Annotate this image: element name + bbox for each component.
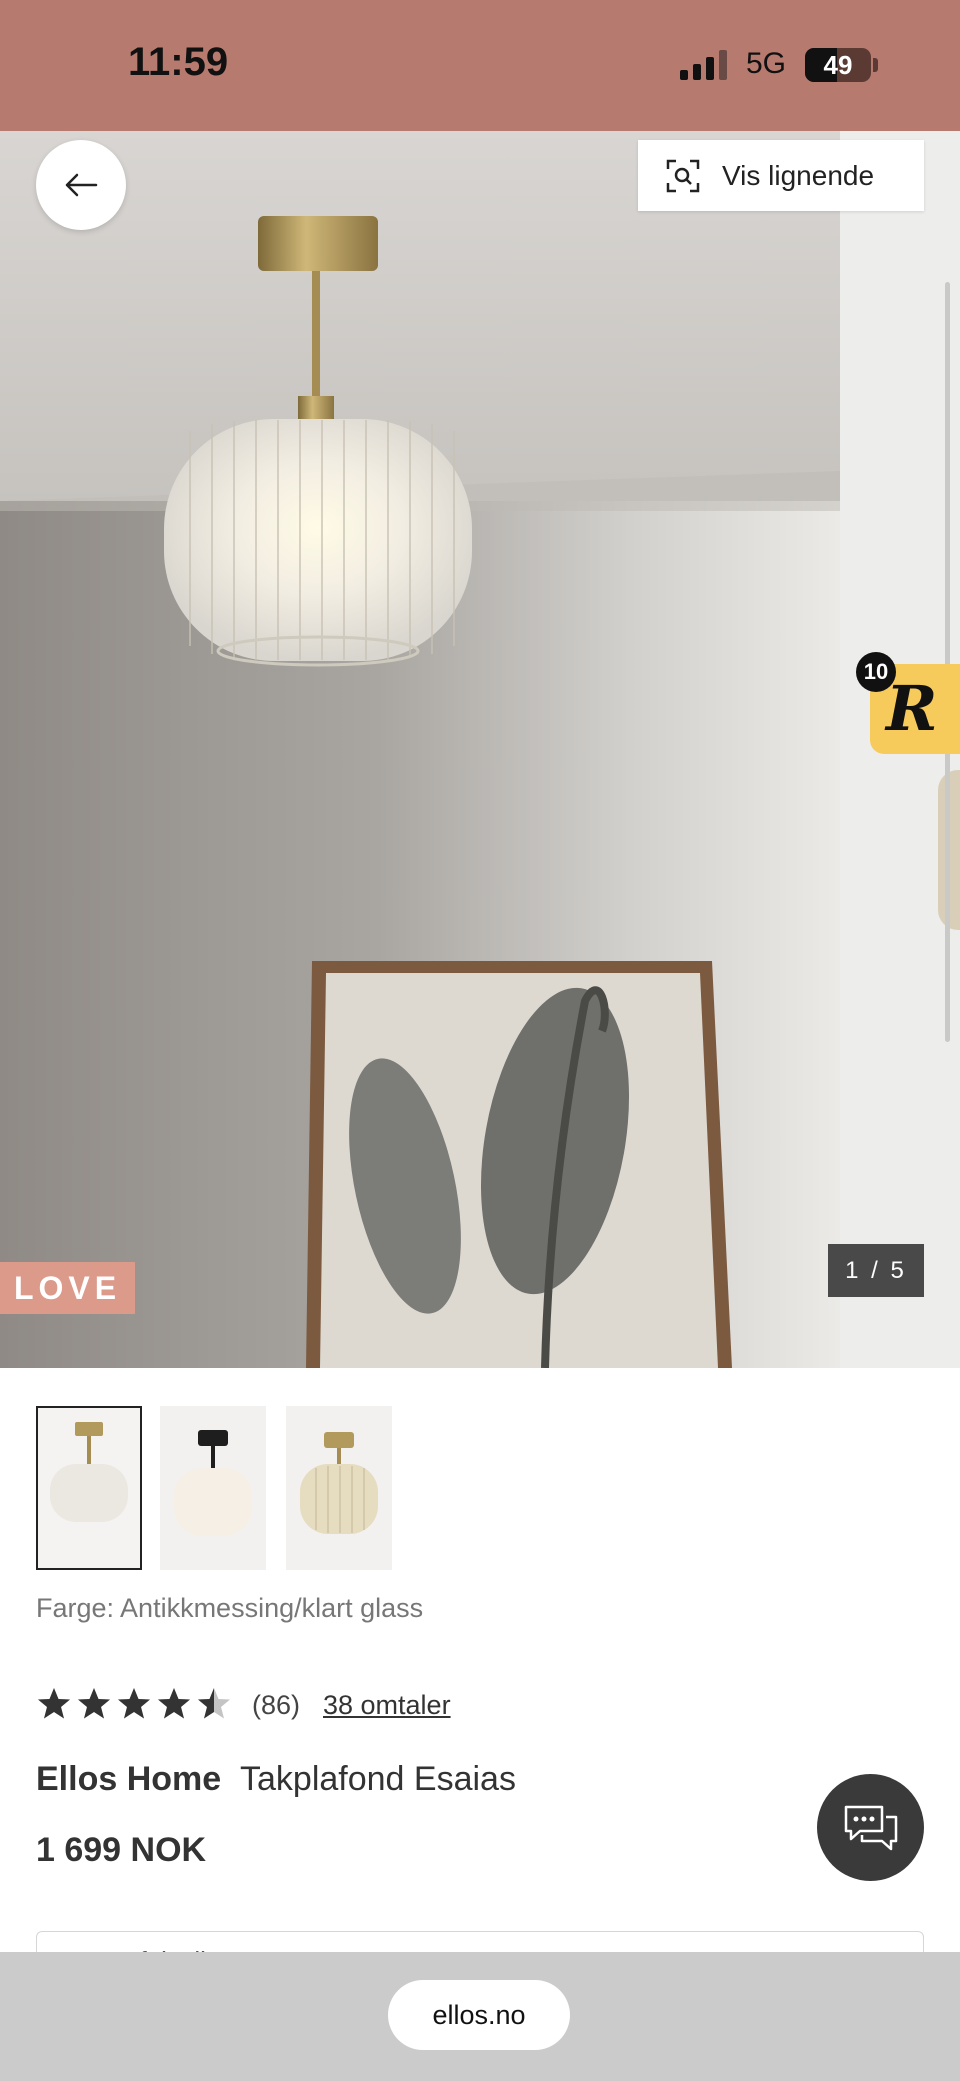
- rewards-count-badge: 10: [856, 652, 896, 692]
- visual-search-icon: [666, 159, 700, 192]
- thumbnail-3-image: [286, 1406, 392, 1570]
- thumbnail-1[interactable]: [36, 1406, 142, 1570]
- thumbnail-3[interactable]: [286, 1406, 392, 1570]
- battery-tip: [873, 58, 878, 72]
- love-badge: LOVE: [0, 1262, 135, 1314]
- product-price: 1 699 NOK: [36, 1831, 207, 1869]
- url-pill[interactable]: ellos.no: [388, 1980, 570, 2050]
- chat-button[interactable]: [817, 1774, 924, 1881]
- show-similar-label: Vis lignende: [722, 159, 875, 191]
- thumbnail-2-image: [160, 1406, 266, 1570]
- rewards-logo: R: [886, 672, 938, 745]
- thumbnail-1-image: [38, 1408, 140, 1568]
- battery-percent: 49: [823, 50, 853, 80]
- back-button[interactable]: [36, 140, 126, 230]
- product-page: 11:59 5G 49 Vis lignende LOVE 1 / 5 R 10…: [0, 0, 960, 2081]
- reviews-link[interactable]: 38 omtaler: [323, 1690, 451, 1721]
- star-icon: [78, 1688, 110, 1719]
- signal-icon: [680, 50, 727, 80]
- star-icon: [198, 1688, 230, 1719]
- battery-icon: 49: [805, 48, 871, 82]
- status-time: 11:59: [128, 40, 229, 84]
- color-label: Farge: Antikkmessing/klart glass: [36, 1593, 424, 1623]
- rating-count: (86): [252, 1690, 301, 1720]
- product-image[interactable]: [0, 131, 840, 1368]
- thumbnail-2[interactable]: [160, 1406, 266, 1570]
- product-photo: [0, 131, 840, 1368]
- back-arrow-icon: [65, 173, 98, 197]
- product-name: Takplafond Esaias: [240, 1760, 516, 1798]
- status-bar: 11:59 5G 49: [0, 0, 960, 131]
- scrollbar[interactable]: [945, 282, 950, 1042]
- rating-stars: [36, 1686, 232, 1726]
- star-icon: [118, 1688, 150, 1719]
- chat-icon: [844, 1805, 897, 1850]
- network-type: 5G: [746, 47, 787, 80]
- star-icon: [38, 1688, 70, 1719]
- show-similar-button[interactable]: Vis lignende: [638, 140, 924, 211]
- image-counter: 1 / 5: [828, 1244, 924, 1297]
- star-icon: [158, 1688, 190, 1719]
- product-brand: Ellos Home: [36, 1760, 222, 1798]
